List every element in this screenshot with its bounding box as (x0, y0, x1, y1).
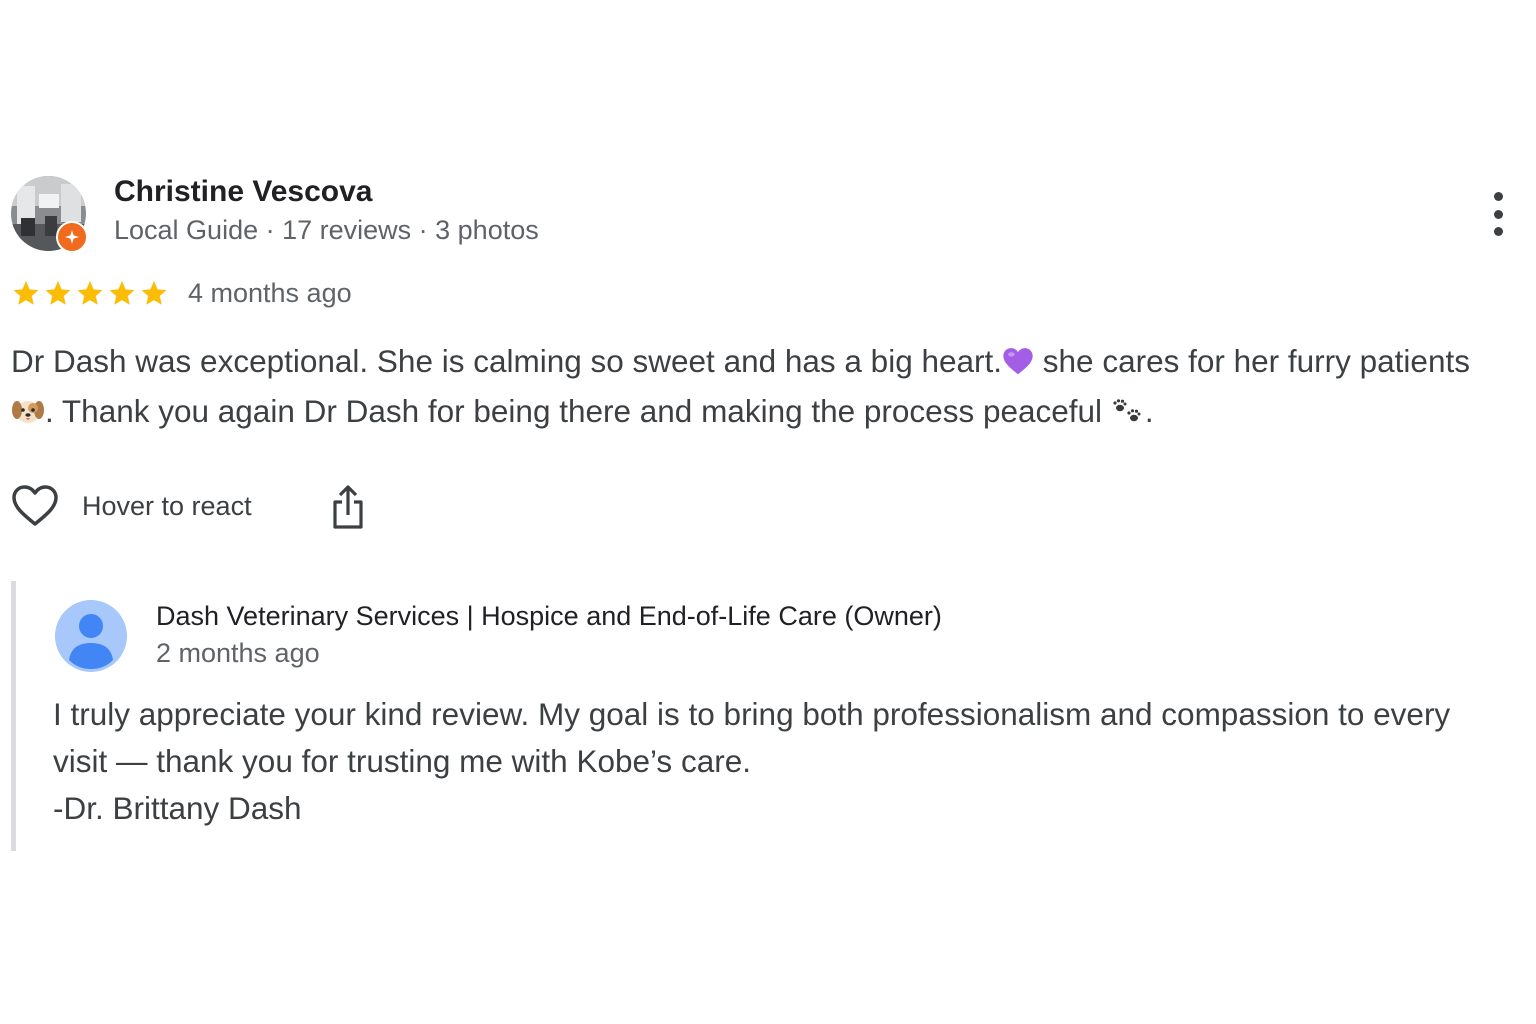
react-button[interactable]: Hover to react (11, 484, 252, 528)
review-text-segment: Dr Dash was exceptional. She is calming … (11, 343, 1003, 379)
star-icon (109, 281, 135, 305)
review-text-segment: she cares for her furry patients (1034, 343, 1470, 379)
owner-avatar-icon[interactable] (55, 600, 127, 672)
owner-reply-time: 2 months ago (156, 638, 320, 668)
review-time: 4 months ago (188, 278, 352, 308)
reply-text-line: I truly appreciate your kind review. My … (53, 696, 1451, 732)
owner-reply-text: I truly appreciate your kind review. My … (53, 691, 1523, 832)
reply-text-line: visit — thank you for trusting me with K… (53, 743, 751, 779)
dog-face-emoji-icon (11, 392, 45, 438)
local-guide-badge-icon (56, 221, 88, 253)
review-card: Christine Vescova Local Guide · 17 revie… (0, 0, 1536, 1024)
share-icon (333, 485, 363, 529)
owner-name: Dash Veterinary Services | Hospice and E… (156, 601, 942, 631)
purple-heart-emoji-icon (1002, 342, 1034, 388)
review-text-line: Dr Dash was exceptional. She is calming … (11, 338, 1521, 388)
more-vertical-icon (1493, 192, 1503, 201)
reply-signature: -Dr. Brittany Dash (53, 790, 302, 826)
reviewer-meta[interactable]: Local Guide · 17 reviews · 3 photos (114, 215, 539, 246)
reviewer-avatar[interactable] (11, 176, 88, 253)
star-icon (45, 281, 71, 305)
heart-outline-icon (12, 485, 58, 526)
star-icon (141, 281, 167, 305)
paw-prints-emoji-icon (1111, 392, 1145, 438)
reviewer-name[interactable]: Christine Vescova (114, 175, 372, 209)
star-rating (11, 278, 169, 308)
star-icon (13, 281, 39, 305)
react-label: Hover to react (82, 490, 252, 521)
more-options-button[interactable] (1482, 192, 1514, 236)
owner-reply: Dash Veterinary Services | Hospice and E… (11, 581, 1526, 851)
share-button[interactable] (328, 484, 368, 530)
star-icon (77, 281, 103, 305)
review-text-segment: . (1144, 393, 1154, 429)
review-text-segment: . Thank you again Dr Dash for being ther… (45, 393, 1111, 429)
review-text-line: . Thank you again Dr Dash for being ther… (11, 388, 1521, 438)
review-text: Dr Dash was exceptional. She is calming … (11, 338, 1521, 438)
